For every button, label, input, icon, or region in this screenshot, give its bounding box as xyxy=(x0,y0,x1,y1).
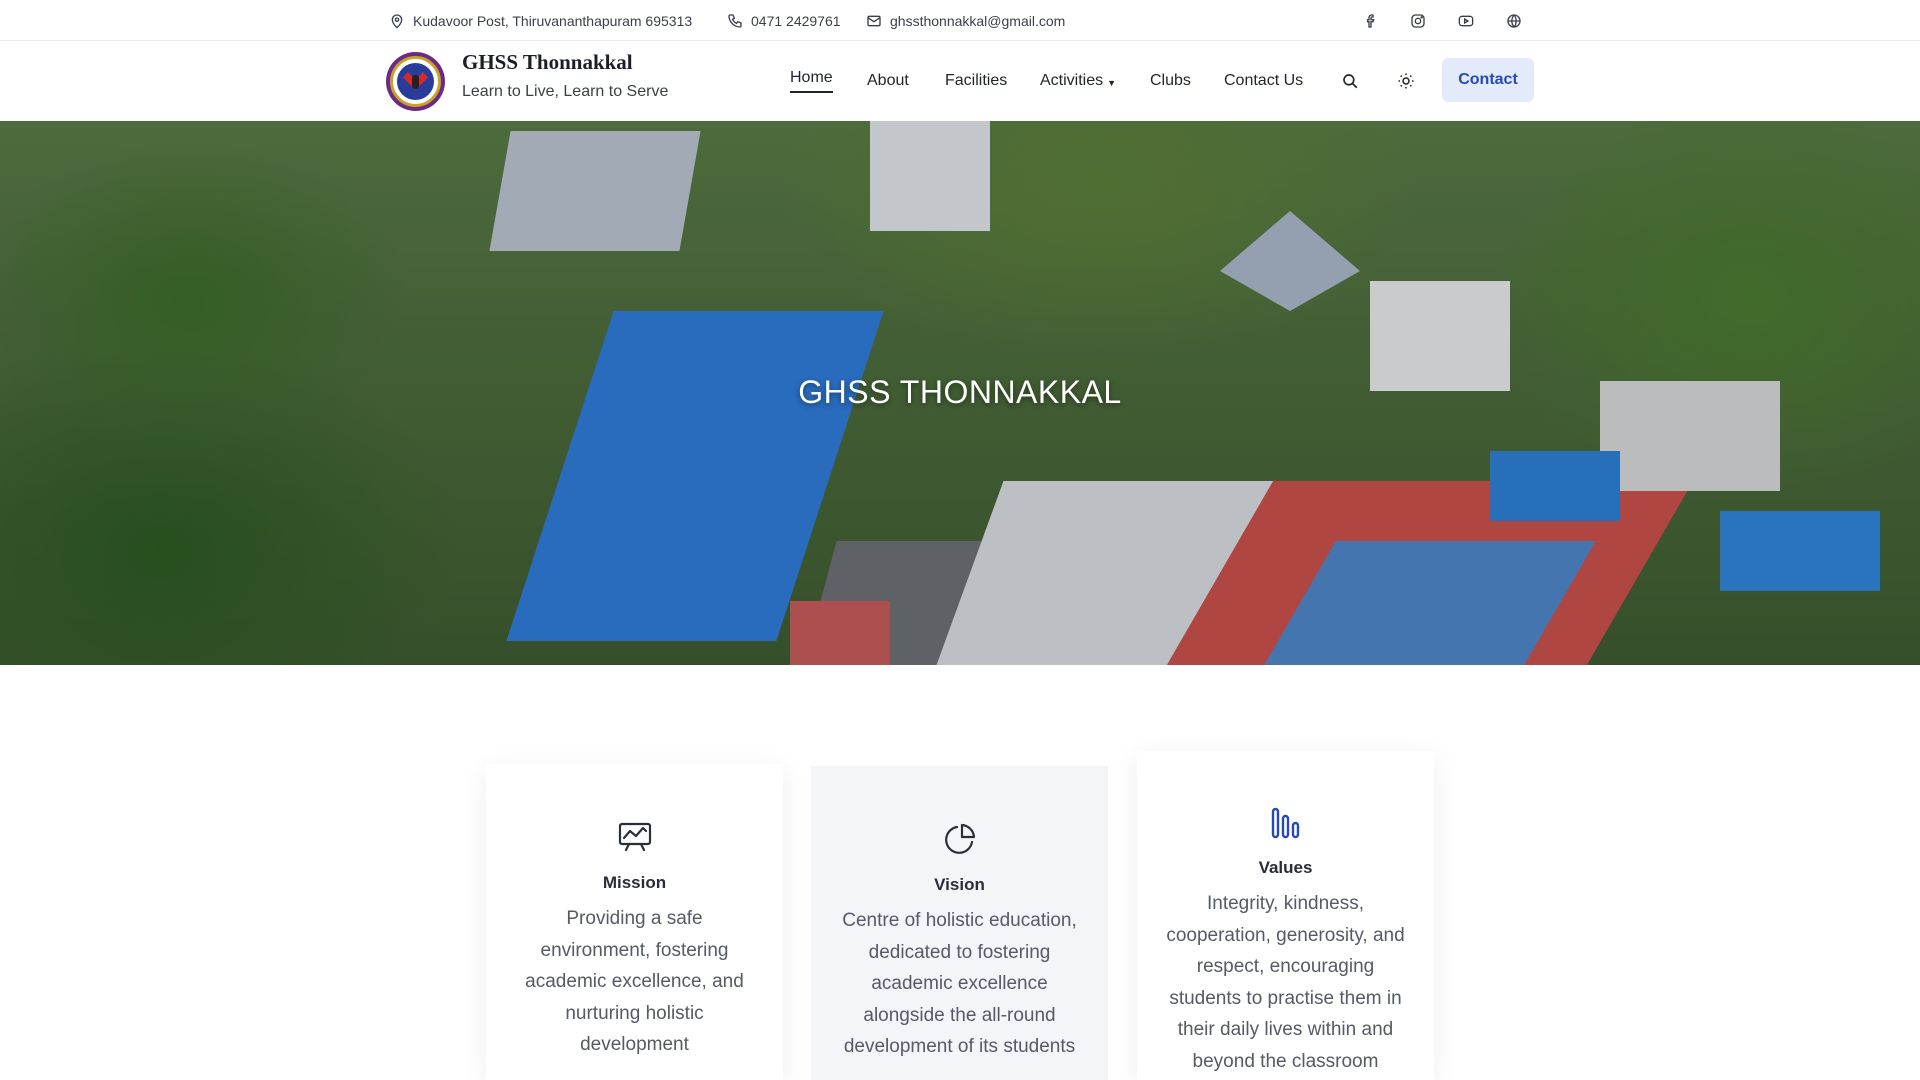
bar-chart-icon xyxy=(1271,807,1299,839)
card-text: Integrity, kindness, cooperation, genero… xyxy=(1166,893,1405,1072)
sun-icon xyxy=(1398,73,1414,89)
top-info-bar: Kudavoor Post, Thiruvananthapuram 695313… xyxy=(0,0,1920,41)
nav-about[interactable]: About xyxy=(867,41,909,121)
website-link[interactable] xyxy=(1503,0,1525,41)
vision-card: Vision Centre of holistic education, ded… xyxy=(811,766,1108,1080)
facebook-icon xyxy=(1367,13,1375,28)
hero-title: GHSS THONNAKKAL xyxy=(798,374,1122,410)
card-title: Mission xyxy=(602,873,667,892)
nav-activities[interactable]: Activities ▼ xyxy=(1040,41,1116,121)
nav-home[interactable]: Home xyxy=(790,41,833,121)
search-icon xyxy=(1343,74,1358,89)
values-card: Values Integrity, kindness, cooperation,… xyxy=(1137,751,1434,1080)
pie-chart-icon xyxy=(944,823,975,854)
site-title[interactable]: GHSS Thonnakkal xyxy=(462,50,633,75)
card-title: Vision xyxy=(934,875,985,894)
card-text: Providing a safe environment, fostering … xyxy=(525,908,744,1055)
caret-down-icon: ▼ xyxy=(1107,78,1117,88)
address-info: Kudavoor Post, Thiruvananthapuram 695313 xyxy=(389,0,692,41)
school-logo[interactable] xyxy=(386,52,445,111)
phone-icon xyxy=(728,13,742,28)
search-button[interactable] xyxy=(1337,68,1363,94)
instagram-icon xyxy=(1411,13,1425,28)
address-text: Kudavoor Post, Thiruvananthapuram 695313 xyxy=(413,12,693,29)
facebook-link[interactable] xyxy=(1360,0,1382,41)
mission-card: Mission Providing a safe environment, fo… xyxy=(486,764,783,1080)
theme-toggle[interactable] xyxy=(1393,68,1419,94)
globe-icon xyxy=(1507,13,1521,28)
instagram-link[interactable] xyxy=(1407,0,1429,41)
nav-clubs[interactable]: Clubs xyxy=(1150,41,1191,121)
hero-banner: GHSS THONNAKKAL xyxy=(0,121,1920,665)
map-pin-icon xyxy=(391,13,403,29)
nav-contact-us[interactable]: Contact Us xyxy=(1224,41,1303,121)
mail-icon xyxy=(867,15,881,26)
contact-button[interactable]: Contact xyxy=(1442,58,1534,102)
presentation-chart-icon xyxy=(618,822,651,852)
phone-text[interactable]: 0471 2429761 xyxy=(751,13,841,29)
email-text[interactable]: ghssthonnakkal@gmail.com xyxy=(890,13,1065,29)
card-text: Centre of holistic education, dedicated … xyxy=(842,910,1077,1057)
youtube-icon xyxy=(1458,15,1474,26)
site-tagline: Learn to Live, Learn to Serve xyxy=(462,83,669,100)
email-info[interactable]: ghssthonnakkal@gmail.com xyxy=(866,0,1065,41)
site-header: GHSS Thonnakkal Learn to Live, Learn to … xyxy=(0,41,1920,121)
phone-info[interactable]: 0471 2429761 xyxy=(727,0,841,41)
youtube-link[interactable] xyxy=(1455,0,1477,41)
nav-facilities[interactable]: Facilities xyxy=(945,41,1007,121)
card-title: Values xyxy=(1258,858,1313,877)
